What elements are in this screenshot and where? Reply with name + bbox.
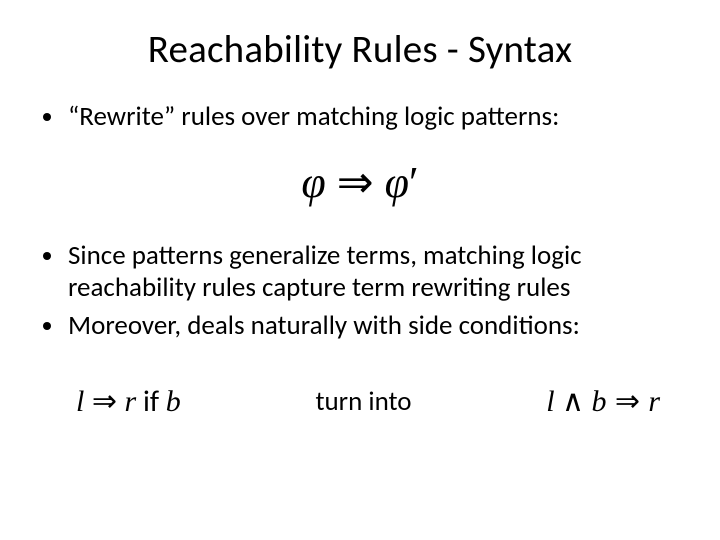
double-arrow-icon: ⇒ xyxy=(337,158,374,207)
prime-mark: ′ xyxy=(409,158,419,207)
sym-phi-prime: φ′ xyxy=(385,158,419,207)
if-keyword: if xyxy=(136,383,166,420)
sym-r: r xyxy=(648,385,660,418)
and-operator-icon: ∧ xyxy=(555,385,592,418)
bullet-item: Since patterns generalize terms, matchin… xyxy=(66,240,684,304)
sym-phi2: φ xyxy=(385,158,409,207)
left-formula: l ⇒ r if b xyxy=(76,383,181,420)
bullet-list-2: Since patterns generalize terms, matchin… xyxy=(36,240,684,342)
sym-b: b xyxy=(592,385,607,418)
bullet-item: Moreover, deals naturally with side cond… xyxy=(66,310,684,342)
main-formula: φ ⇒ φ′ xyxy=(36,157,684,208)
slide: Reachability Rules - Syntax “Rewrite” ru… xyxy=(0,0,720,540)
sym-r: r xyxy=(124,385,136,418)
sym-l: l xyxy=(546,385,554,418)
double-arrow-icon: ⇒ xyxy=(607,385,649,418)
sym-phi: φ xyxy=(301,158,325,207)
sym-b: b xyxy=(166,385,181,418)
turn-into-label: turn into xyxy=(295,385,431,418)
bullet-item: “Rewrite” rules over matching logic patt… xyxy=(66,101,684,133)
double-arrow-icon: ⇒ xyxy=(92,385,117,418)
sym-l: l xyxy=(76,385,84,418)
bullet-list: “Rewrite” rules over matching logic patt… xyxy=(36,101,684,133)
slide-title: Reachability Rules - Syntax xyxy=(36,26,684,73)
right-formula: l ∧ b ⇒ r xyxy=(546,384,660,419)
formula-text: φ ⇒ φ′ xyxy=(301,158,418,207)
bottom-formula-row: l ⇒ r if b turn into l ∧ b ⇒ r xyxy=(36,383,684,420)
